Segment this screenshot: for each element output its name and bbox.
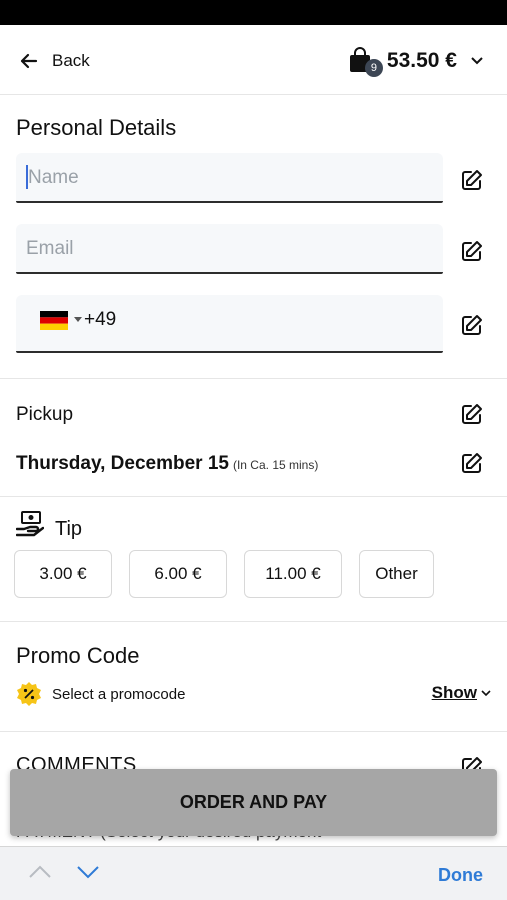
name-field[interactable]: Name [16, 153, 443, 203]
keyboard-accessory-bar: Done [0, 846, 507, 900]
percent-badge-icon [17, 682, 41, 706]
pickup-label: Pickup [16, 404, 74, 425]
tip-money-hand-icon [16, 511, 44, 537]
promo-select-row[interactable]: Select a promocode Show [16, 680, 491, 708]
edit-icon[interactable] [461, 314, 483, 336]
tip-option-other[interactable]: Other [359, 550, 434, 598]
cart-count-badge: 9 [364, 59, 383, 77]
done-button[interactable]: Done [438, 865, 483, 886]
chevron-up-icon[interactable] [28, 865, 52, 879]
dial-code: +49 [84, 309, 117, 330]
promo-select-label: Select a promocode [52, 685, 186, 703]
arrow-left-icon [20, 53, 38, 69]
header: Back 9 53.50 € [0, 25, 507, 95]
germany-flag-icon[interactable] [40, 311, 68, 330]
edit-icon[interactable] [461, 240, 483, 262]
tip-option-2[interactable]: 6.00 € [129, 550, 227, 598]
promo-section: Promo Code [0, 622, 507, 732]
order-and-pay-button[interactable]: ORDER AND PAY [10, 769, 497, 836]
chevron-down-icon[interactable] [76, 865, 100, 879]
chevron-down-icon [481, 689, 491, 696]
personal-details-section: Personal Details Name Email +49 [0, 95, 507, 379]
cart-total: 53.50 € [386, 49, 457, 72]
back-label: Back [52, 51, 90, 70]
pickup-time-note: (In Ca. 15 mins) [232, 458, 319, 472]
phone-field[interactable]: +49 [16, 295, 443, 353]
pickup-date: Thursday, December 15 (In Ca. 15 mins) [16, 453, 318, 475]
country-dropdown-caret-icon[interactable] [74, 317, 82, 322]
edit-icon[interactable] [461, 169, 483, 191]
edit-icon[interactable] [461, 403, 483, 425]
email-placeholder: Email [26, 238, 74, 259]
show-promo-button[interactable]: Show [432, 683, 491, 703]
back-button[interactable]: Back [20, 51, 90, 71]
pickup-date-text: Thursday, December 15 [16, 453, 229, 474]
chevron-down-icon [471, 57, 483, 65]
tip-option-1[interactable]: 3.00 € [14, 550, 112, 598]
shopping-bag-icon: 9 [349, 47, 383, 77]
tip-option-3[interactable]: 11.00 € [244, 550, 342, 598]
cart-summary[interactable]: 9 53.50 € [349, 47, 483, 77]
pickup-section: Pickup Thursday, December 15 (In Ca. 15 m… [0, 379, 507, 497]
section-title-tip: Tip [55, 518, 83, 540]
show-label: Show [431, 683, 477, 702]
name-placeholder: Name [28, 167, 79, 188]
section-title-promo-code: Promo Code [16, 643, 140, 668]
section-title-personal-details: Personal Details [16, 115, 177, 140]
email-field[interactable]: Email [16, 224, 443, 274]
edit-icon[interactable] [461, 452, 483, 474]
status-bar [0, 0, 507, 25]
